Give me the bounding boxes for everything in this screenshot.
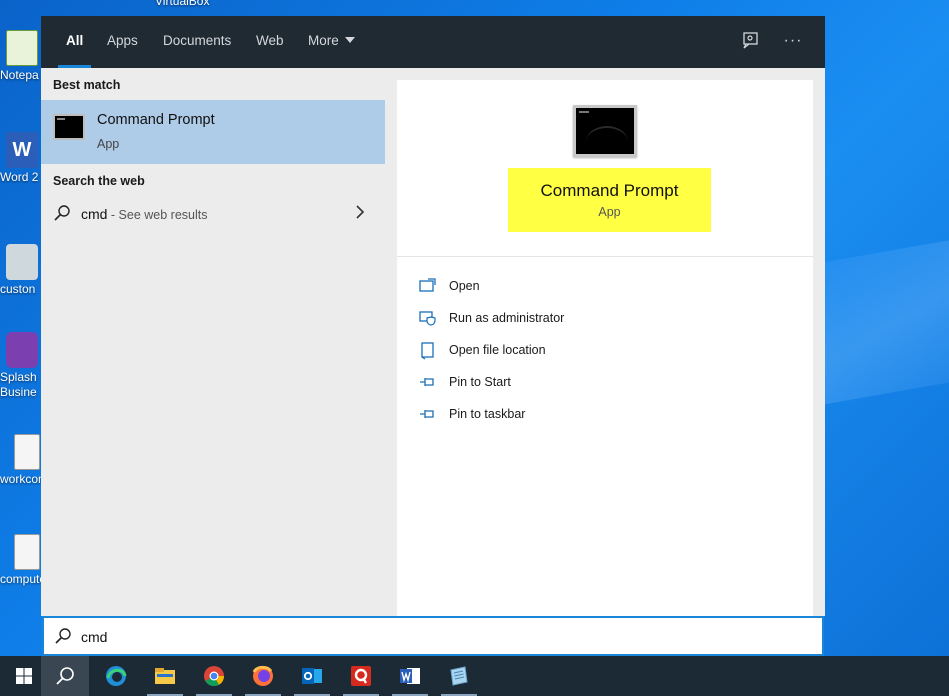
- taskbar-file-explorer[interactable]: [141, 656, 189, 696]
- action-open[interactable]: Open: [419, 276, 719, 298]
- best-match-subtitle: App: [97, 137, 120, 151]
- taskbar-quickbooks[interactable]: [337, 656, 385, 696]
- app-subtitle: App: [598, 205, 621, 219]
- taskbar-word[interactable]: [386, 656, 434, 696]
- action-run-as-admin[interactable]: Run as administrator: [419, 308, 719, 330]
- tab-more[interactable]: More: [308, 16, 355, 68]
- action-pin-to-taskbar[interactable]: Pin to taskbar: [419, 404, 719, 426]
- details-pane: Command Prompt App Open Run as administr…: [385, 68, 825, 616]
- web-result-suffix: - See web results: [107, 208, 208, 222]
- app-details-card: Command Prompt App Open Run as administr…: [397, 80, 813, 616]
- search-panel: All Apps Documents Web More ··· Best mat…: [41, 16, 825, 616]
- desktop-icon-notepad[interactable]: Notepa: [0, 30, 42, 82]
- chrome-icon: [204, 666, 225, 687]
- action-open-file-location[interactable]: Open file location: [419, 340, 719, 362]
- tab-all[interactable]: All: [57, 16, 92, 68]
- search-input[interactable]: [81, 626, 781, 648]
- results-list: Best match Command Prompt App Search the…: [41, 68, 385, 616]
- pin-icon: [420, 378, 434, 386]
- best-match-heading: Best match: [53, 78, 121, 92]
- app-title: Command Prompt: [540, 181, 679, 200]
- action-pin-to-start[interactable]: Pin to Start: [419, 372, 719, 394]
- desktop-icon-word[interactable]: W Word 2: [0, 132, 42, 184]
- taskbar-outlook[interactable]: [288, 656, 336, 696]
- search-icon: [55, 628, 71, 644]
- document-icon: [14, 534, 40, 570]
- taskbar-notepad[interactable]: [435, 656, 483, 696]
- quickbooks-icon: [351, 666, 371, 686]
- chevron-right-icon[interactable]: [354, 203, 366, 221]
- open-icon: [419, 278, 436, 292]
- search-box[interactable]: [42, 616, 824, 656]
- desktop-icon-splashtop[interactable]: Splash Busine: [0, 332, 42, 400]
- search-icon: [54, 205, 70, 221]
- taskbar: [0, 656, 949, 696]
- search-web-heading: Search the web: [53, 174, 145, 188]
- search-tabs-bar: All Apps Documents Web More ···: [41, 16, 825, 68]
- firefox-icon: [252, 665, 273, 686]
- command-prompt-large-icon: [573, 105, 637, 157]
- caret-down-icon: [344, 37, 355, 43]
- tab-documents[interactable]: Documents: [163, 16, 231, 68]
- desktop-label-virtualbox: VirtualBox: [155, 0, 210, 8]
- notepad-icon: [6, 30, 38, 66]
- taskbar-firefox[interactable]: [239, 656, 287, 696]
- best-match-title: Command Prompt: [97, 112, 215, 128]
- tab-web[interactable]: Web: [256, 16, 284, 68]
- tab-apps[interactable]: Apps: [107, 16, 138, 68]
- taskbar-chrome[interactable]: [190, 656, 238, 696]
- splashtop-icon: [6, 332, 38, 368]
- custom-app-icon: [6, 244, 38, 280]
- desktop-icon-compute[interactable]: compute: [0, 534, 46, 586]
- desktop-icon-workcon[interactable]: workcon: [0, 434, 45, 486]
- taskbar-search-button[interactable]: [41, 656, 89, 696]
- folder-location-icon: [421, 342, 434, 360]
- web-search-result[interactable]: cmd - See web results: [41, 200, 385, 230]
- more-options-icon[interactable]: ···: [781, 30, 805, 54]
- search-icon: [56, 667, 74, 685]
- notepad-icon: [450, 666, 468, 686]
- pin-icon: [420, 410, 434, 418]
- windows-logo-icon: [16, 668, 32, 684]
- document-icon: [14, 434, 40, 470]
- desktop-icon-custom[interactable]: custon: [0, 244, 42, 296]
- app-title-block: Command Prompt App: [508, 168, 711, 232]
- command-prompt-icon: [53, 114, 85, 140]
- folder-icon: [155, 668, 175, 684]
- shield-icon: [419, 311, 436, 326]
- feedback-icon[interactable]: [739, 30, 763, 54]
- edge-icon: [106, 666, 127, 686]
- web-query: cmd: [81, 206, 108, 222]
- taskbar-edge[interactable]: [92, 656, 140, 696]
- outlook-icon: [302, 668, 322, 684]
- word-icon: [400, 668, 420, 684]
- word-icon: W: [6, 132, 38, 168]
- best-match-command-prompt[interactable]: Command Prompt App: [41, 100, 385, 164]
